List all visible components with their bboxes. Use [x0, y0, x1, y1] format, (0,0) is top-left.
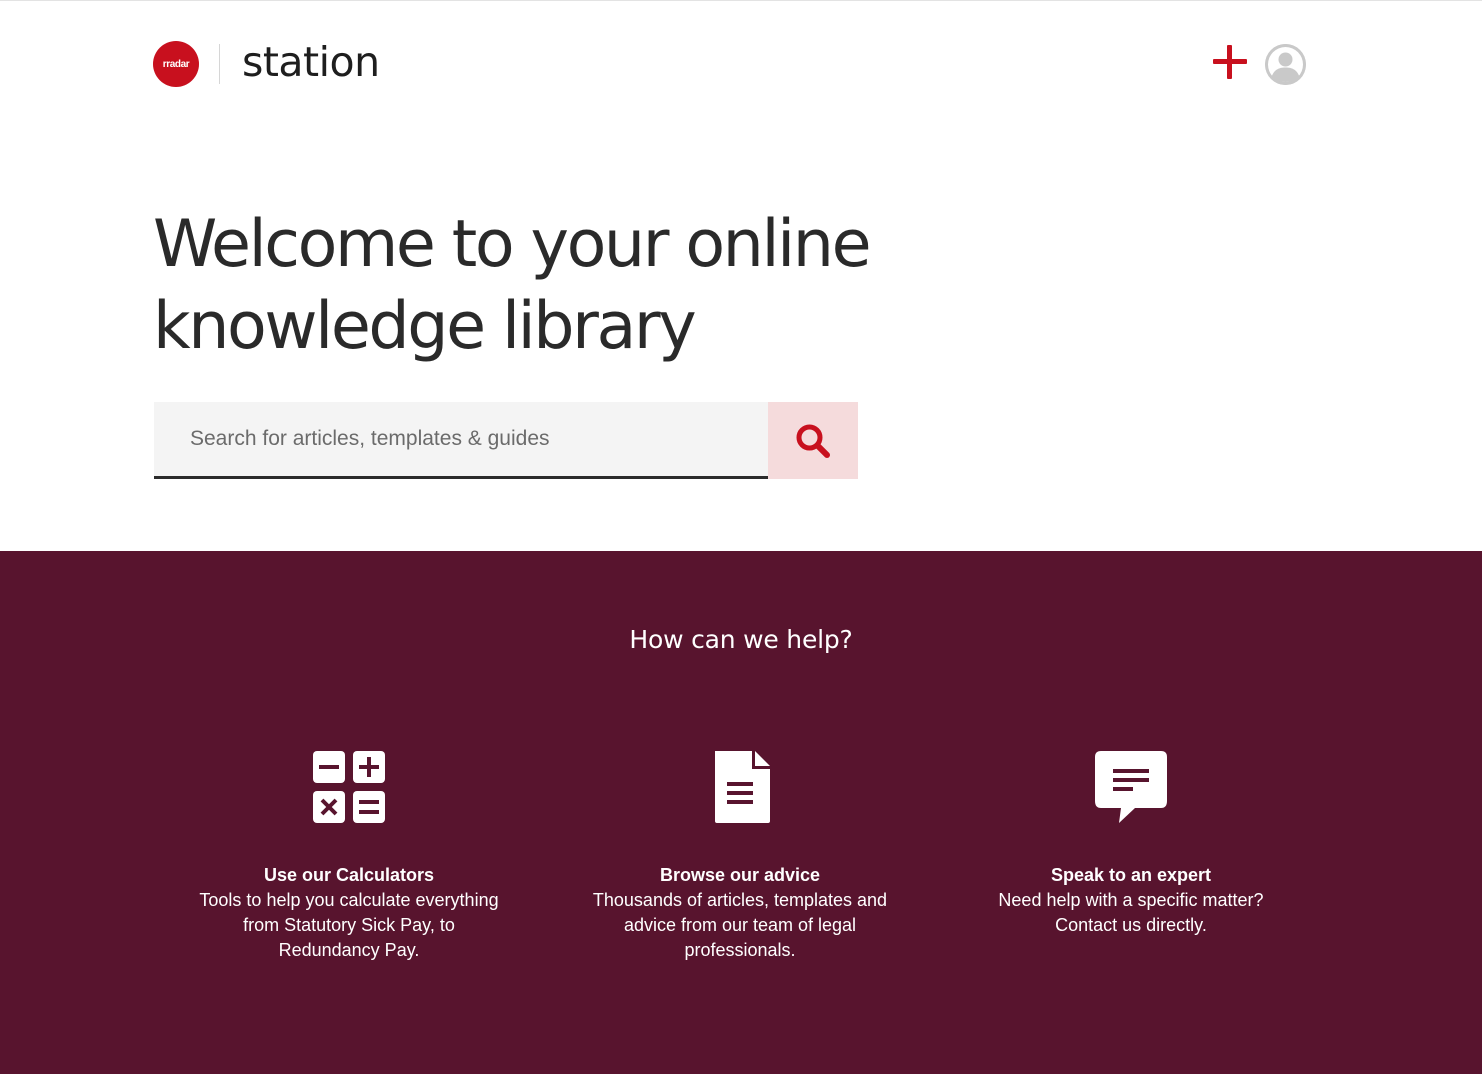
- help-section: How can we help? Use our Calculators Too…: [0, 551, 1482, 1074]
- header-actions: [1213, 40, 1306, 88]
- calculators-card-title: Use our Calculators: [263, 865, 435, 885]
- advice-card-description: Thousands of articles, templates and adv…: [592, 890, 888, 960]
- expert-card[interactable]: Speak to an expert Need help with a spec…: [981, 751, 1281, 938]
- hero-title-line-1: Welcome to your online: [153, 207, 872, 282]
- search-icon: [796, 424, 830, 458]
- page: rradar station Welcome to your online kn…: [0, 0, 1482, 1074]
- rradar-logo: rradar: [153, 41, 199, 87]
- help-section-title: How can we help?: [629, 625, 853, 654]
- search-button[interactable]: [768, 402, 858, 479]
- advice-card-title: Browse our advice: [659, 865, 821, 885]
- expert-card-description: Need help with a specific matter? Contac…: [998, 890, 1264, 935]
- search-input[interactable]: [154, 402, 768, 479]
- logo-text: rradar: [162, 58, 190, 70]
- brand-name: station: [242, 38, 380, 86]
- document-icon: [715, 751, 770, 823]
- hero-title-line-2: knowledge library: [153, 289, 697, 364]
- calculators-card-description: Tools to help you calculate everything f…: [199, 890, 499, 960]
- search-form: [154, 402, 858, 479]
- calculators-card[interactable]: Use our Calculators Tools to help you ca…: [199, 751, 499, 963]
- calculator-icon: [313, 751, 385, 823]
- hero-title: Welcome to your online knowledge library: [153, 204, 913, 368]
- plus-icon[interactable]: [1213, 45, 1247, 79]
- user-avatar-icon[interactable]: [1265, 43, 1306, 85]
- brand-divider: [219, 44, 220, 84]
- expert-card-title: Speak to an expert: [1050, 865, 1212, 885]
- advice-card[interactable]: Browse our advice Thousands of articles,…: [590, 751, 890, 963]
- chat-message-icon: [1095, 751, 1167, 823]
- site-header: rradar station: [153, 38, 1306, 88]
- brand-home-link[interactable]: rradar station: [153, 38, 380, 88]
- top-divider: [0, 0, 1482, 1]
